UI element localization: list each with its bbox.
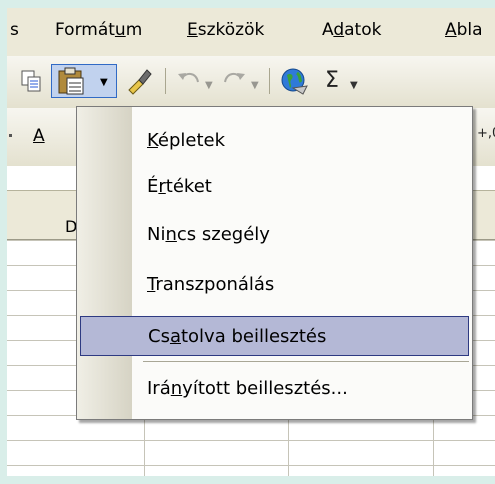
toolbar-separator xyxy=(269,68,270,94)
menu-item-window[interactable]: Abla xyxy=(445,20,483,40)
redo-dropdown-icon[interactable]: ▼ xyxy=(251,80,259,91)
undo-dropdown-icon[interactable]: ▼ xyxy=(205,80,213,91)
increase-decimal-icon[interactable]: +,0 xyxy=(477,126,495,141)
menu-item-no-borders[interactable]: Nincs szegély xyxy=(135,215,469,255)
autosum-sigma-icon[interactable]: Σ xyxy=(325,68,339,93)
font-color-icon[interactable]: A xyxy=(33,126,45,146)
menubar: s Formátum Eszközök Adatok Abla xyxy=(7,8,495,54)
format-painter-icon[interactable] xyxy=(125,66,155,96)
menu-item-partial-s[interactable]: s xyxy=(10,20,19,40)
menu-item-paste-link[interactable]: Csatolva beillesztés xyxy=(80,316,469,356)
toolbar-grip xyxy=(9,134,12,137)
menu-item-data[interactable]: Adatok xyxy=(322,20,381,40)
excel-window: s Formátum Eszközök Adatok Abla ▼ ▼ ▼ Σ … xyxy=(7,8,495,476)
insert-hyperlink-globe-icon[interactable] xyxy=(279,66,309,96)
paste-button[interactable]: ▼ xyxy=(51,64,117,98)
paste-icon xyxy=(55,66,87,100)
autosum-dropdown-icon[interactable]: ▼ xyxy=(350,80,358,91)
menu-item-format[interactable]: Formátum xyxy=(55,20,142,40)
menu-item-transpose[interactable]: Transzponálás xyxy=(135,265,469,305)
menu-separator xyxy=(143,361,469,362)
copy-icon[interactable] xyxy=(17,66,47,96)
paste-options-menu: Képletek Értéket Nincs szegély Transzpon… xyxy=(76,106,473,420)
redo-icon[interactable] xyxy=(219,66,249,96)
toolbar-separator xyxy=(165,68,166,94)
paste-dropdown-arrow-icon[interactable]: ▼ xyxy=(100,77,108,88)
standard-toolbar: ▼ ▼ ▼ Σ ▼ xyxy=(7,56,495,108)
undo-icon[interactable] xyxy=(174,66,204,96)
menu-item-tools[interactable]: Eszközök xyxy=(187,20,264,40)
menu-item-formulas[interactable]: Képletek xyxy=(135,121,469,161)
menu-item-paste-special[interactable]: Irányított beillesztés... xyxy=(135,369,469,409)
menu-item-values[interactable]: Értéket xyxy=(135,167,469,207)
menu-icon-gutter xyxy=(77,107,132,419)
